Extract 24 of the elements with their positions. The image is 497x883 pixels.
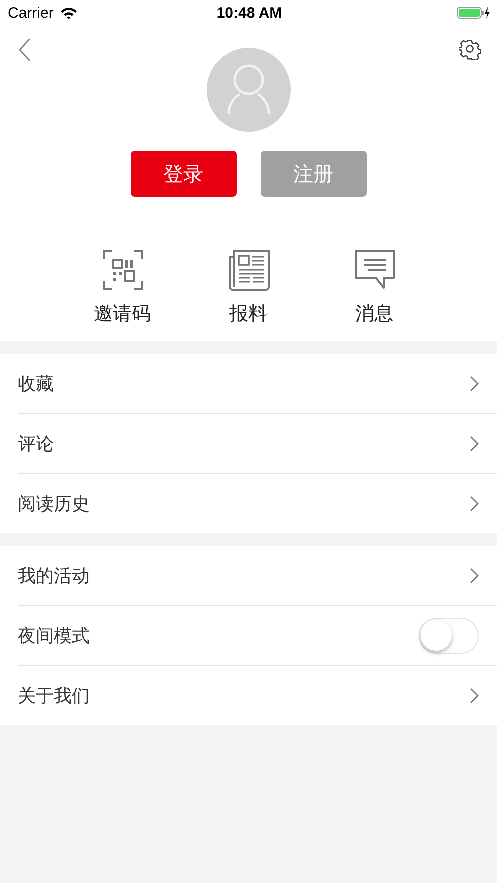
message-icon[interactable] xyxy=(354,249,396,291)
login-button[interactable]: 登录 xyxy=(130,151,236,197)
carrier-label: Carrier xyxy=(8,4,54,22)
newspaper-icon[interactable] xyxy=(228,249,270,291)
menu-item[interactable]: 关于我们 xyxy=(18,684,90,708)
menu-item[interactable]: 我的活动 xyxy=(18,564,90,588)
back-icon[interactable] xyxy=(18,38,32,62)
chevron-right-icon xyxy=(470,568,479,584)
menu-item[interactable]: 阅读历史 xyxy=(18,492,90,516)
menu-item[interactable]: 收藏 xyxy=(18,372,54,396)
night-mode-toggle[interactable] xyxy=(419,618,479,654)
settings-icon[interactable] xyxy=(459,38,481,60)
shortcut-label[interactable]: 消息 xyxy=(356,301,394,327)
chevron-right-icon xyxy=(470,496,479,512)
shortcut-label[interactable]: 报料 xyxy=(230,301,268,327)
qr-code-icon[interactable] xyxy=(102,249,144,291)
chevron-right-icon xyxy=(470,436,479,452)
battery-icon xyxy=(457,6,491,20)
chevron-right-icon xyxy=(470,376,479,392)
chevron-right-icon xyxy=(470,688,479,704)
shortcut-label[interactable]: 邀请码 xyxy=(94,301,151,327)
status-time: 10:48 AM xyxy=(216,4,282,22)
wifi-icon xyxy=(60,6,78,20)
menu-item[interactable]: 评论 xyxy=(18,432,54,456)
